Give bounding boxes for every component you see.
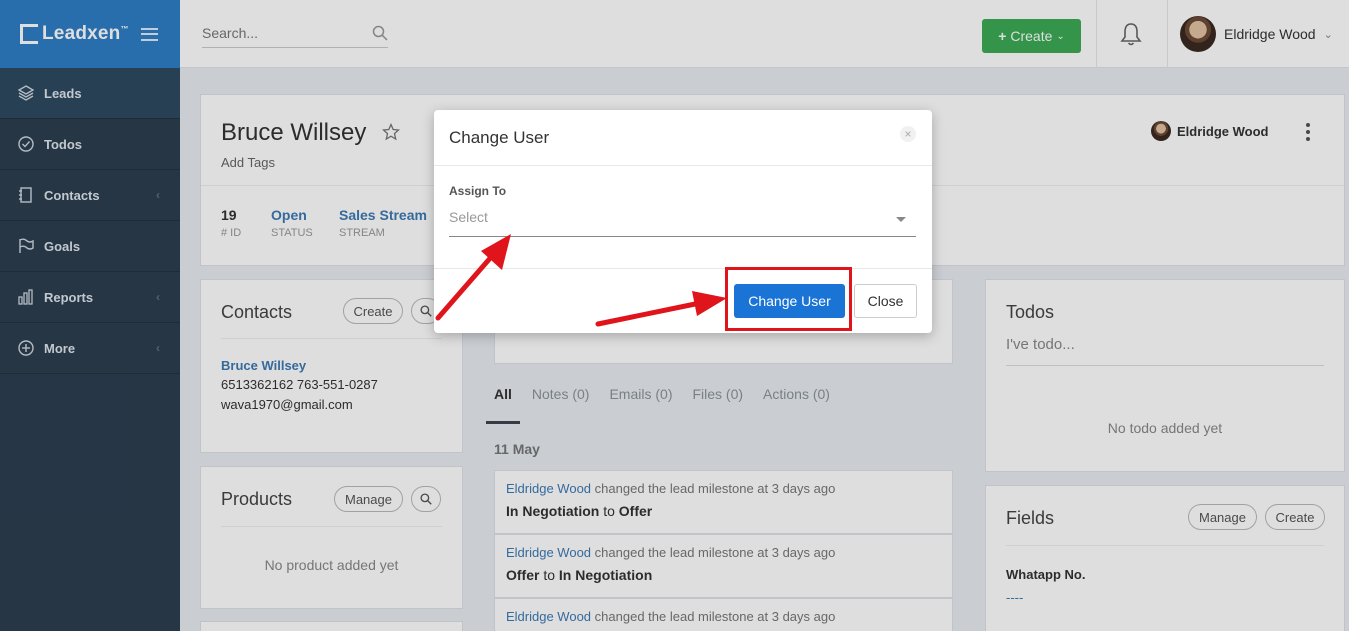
change-user-modal: Change User × Assign To Select Change Us… (434, 110, 932, 333)
assign-to-label: Assign To (449, 184, 507, 198)
divider (434, 268, 932, 269)
close-icon[interactable]: × (900, 126, 916, 142)
assign-to-select[interactable]: Select (449, 209, 916, 237)
close-button[interactable]: Close (854, 284, 917, 318)
select-placeholder: Select (449, 209, 488, 225)
caret-down-icon (896, 217, 906, 222)
button-label: Close (867, 293, 904, 309)
annotation-highlight-box (725, 267, 852, 331)
divider (434, 165, 932, 166)
modal-title: Change User (449, 128, 550, 147)
